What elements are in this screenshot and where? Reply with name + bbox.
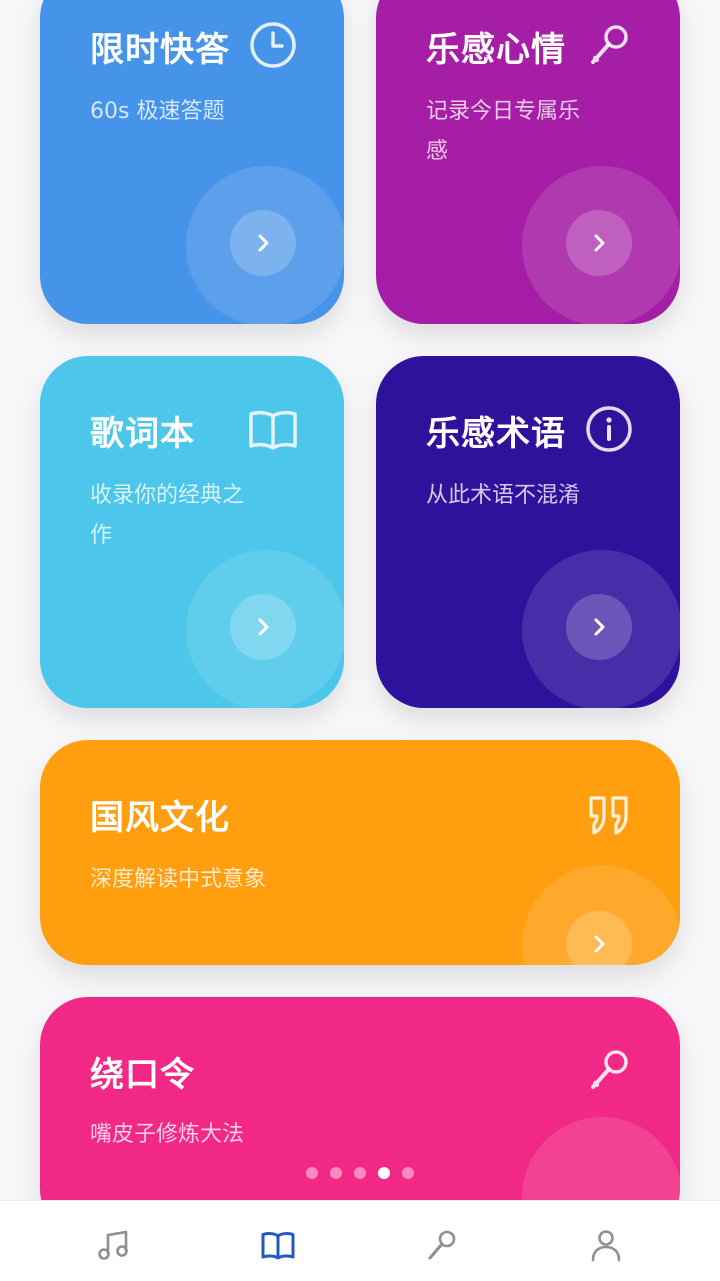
pager-dot[interactable] — [354, 1167, 366, 1179]
chevron-right-icon — [594, 935, 605, 953]
card-arrow-button[interactable] — [230, 210, 296, 276]
music-note-icon — [98, 1230, 128, 1260]
pager-dot[interactable] — [330, 1167, 342, 1179]
bottom-tab-bar — [0, 1200, 720, 1281]
clock-icon — [248, 20, 298, 70]
card-title: 绕口令 — [90, 1055, 195, 1095]
tab-music[interactable] — [24, 1201, 204, 1281]
card-title: 国风文化 — [90, 798, 230, 838]
card-subtitle: 深度解读中式意象 — [90, 867, 267, 892]
card-arrow-button[interactable] — [230, 594, 296, 660]
pager-dot[interactable] — [306, 1167, 318, 1179]
card-subtitle: 记录今日专属乐感 — [426, 99, 581, 164]
card-title: 歌词本 — [90, 414, 195, 454]
info-icon — [584, 404, 634, 454]
microphone-icon — [428, 1230, 456, 1260]
card-music-mood[interactable]: 乐感心情 记录今日专属乐感 — [376, 0, 680, 324]
user-icon — [591, 1230, 621, 1262]
book-icon — [261, 1232, 295, 1260]
microphone-icon — [584, 20, 634, 70]
card-music-terms[interactable]: 乐感术语 从此术语不混淆 — [376, 356, 680, 708]
card-national-culture[interactable]: 国风文化 深度解读中式意象 — [40, 740, 680, 965]
pager-dot-active[interactable] — [378, 1167, 390, 1179]
card-arrow-button[interactable] — [566, 210, 632, 276]
card-title: 乐感心情 — [426, 30, 566, 70]
quote-icon — [584, 790, 634, 840]
card-subtitle: 收录你的经典之作 — [90, 483, 245, 548]
tab-book[interactable] — [188, 1201, 368, 1281]
card-title: 限时快答 — [90, 30, 230, 70]
chevron-right-icon — [258, 618, 269, 636]
chevron-right-icon — [594, 618, 605, 636]
tab-profile[interactable] — [516, 1201, 696, 1281]
open-book-icon — [248, 404, 298, 454]
chevron-right-icon — [594, 234, 605, 252]
card-quick-answer[interactable]: 限时快答 60s 极速答题 — [40, 0, 344, 324]
card-subtitle: 从此术语不混淆 — [426, 483, 581, 508]
card-lyrics-book[interactable]: 歌词本 收录你的经典之作 — [40, 356, 344, 708]
pager-dot[interactable] — [402, 1167, 414, 1179]
card-subtitle: 嘴皮子修炼大法 — [90, 1122, 245, 1147]
pager-dots — [0, 1167, 720, 1179]
chevron-right-icon — [258, 234, 269, 252]
tab-microphone[interactable] — [352, 1201, 532, 1281]
card-arrow-button[interactable] — [566, 594, 632, 660]
card-title: 乐感术语 — [426, 414, 566, 454]
microphone-icon — [584, 1045, 634, 1095]
card-subtitle: 60s 极速答题 — [90, 99, 225, 124]
